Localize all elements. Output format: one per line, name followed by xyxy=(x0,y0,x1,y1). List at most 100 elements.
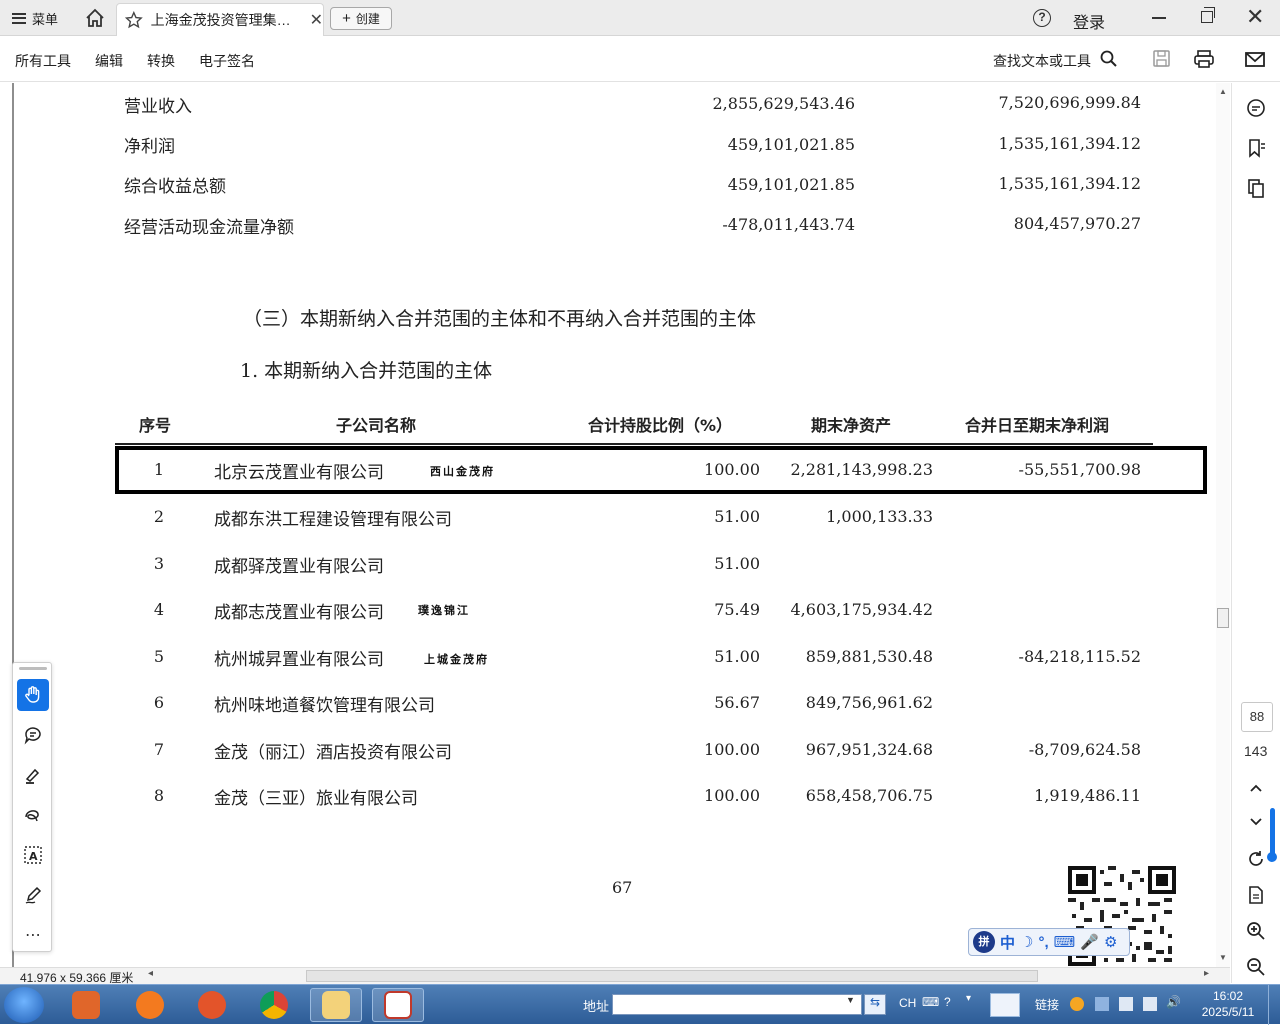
taskbar-media-player[interactable] xyxy=(60,988,112,1022)
scroll-left-arrow[interactable]: ◂ xyxy=(148,968,153,979)
scroll-right-arrow[interactable]: ▸ xyxy=(1204,968,1209,979)
bookmark-icon[interactable] xyxy=(1245,137,1267,159)
tray-flag-icon[interactable] xyxy=(1119,997,1133,1011)
tray-pen-icon[interactable] xyxy=(990,993,1020,1017)
zoom-out-icon[interactable] xyxy=(1245,956,1267,978)
col-header-ratio: 合计持股比例（%） xyxy=(588,416,733,435)
sign-tool-button[interactable] xyxy=(17,879,49,911)
help-icon[interactable]: ? xyxy=(1033,9,1051,27)
horizontal-scrollbar[interactable] xyxy=(306,970,1038,982)
taskbar-chrome[interactable] xyxy=(248,988,300,1022)
show-desktop-button[interactable] xyxy=(1268,985,1280,1025)
taskbar-pdf-reader[interactable] xyxy=(372,988,424,1022)
links-label[interactable]: 链接 xyxy=(1035,996,1059,1013)
row-no: 6 xyxy=(153,693,164,712)
document-viewport[interactable]: 营业收入 2,855,629,543.46 7,520,696,999.84 净… xyxy=(0,83,1230,967)
rotate-icon[interactable] xyxy=(1245,848,1267,870)
tray-display-icon[interactable] xyxy=(1143,997,1157,1011)
start-button[interactable] xyxy=(4,987,44,1023)
zoom-slider[interactable] xyxy=(1267,808,1277,862)
find-text-or-tools[interactable]: 查找文本或工具 xyxy=(993,51,1091,71)
previous-page-icon[interactable] xyxy=(1245,777,1267,799)
maximize-icon[interactable] xyxy=(1201,7,1215,23)
row-project-note: 璞逸锦江 xyxy=(418,604,470,617)
scroll-up-arrow[interactable]: ▲ xyxy=(1219,87,1227,96)
address-dropdown-icon[interactable]: ▼ xyxy=(846,995,855,1005)
ime-settings-icon[interactable]: ⚙ xyxy=(1104,933,1117,951)
windows-taskbar: 地址 ▼ ⇆ CH ⌨ ? ▾ 链接 🔊 16:02 2025/5/11 xyxy=(0,984,1280,1025)
ime-keyboard-icon[interactable]: ⌨ xyxy=(1054,933,1076,951)
ime-punctuation-icon[interactable]: °, xyxy=(1038,934,1048,951)
scroll-thumb[interactable] xyxy=(1217,608,1229,628)
panel-grip[interactable] xyxy=(19,667,47,670)
tray-options-icon[interactable]: ▾ xyxy=(966,993,971,1004)
ai-assistant-icon[interactable] xyxy=(1245,97,1267,119)
ime-microphone-icon[interactable]: 🎤 xyxy=(1080,933,1099,951)
current-page-input[interactable]: 88 xyxy=(1241,702,1273,732)
ime-chinese-mode[interactable]: 中 xyxy=(1000,932,1015,953)
media-player-icon xyxy=(72,991,100,1019)
menu-edit[interactable]: 编辑 xyxy=(95,51,123,71)
language-indicator[interactable]: CH xyxy=(899,996,916,1010)
row-net-assets: 1,000,133.33 xyxy=(826,507,933,526)
status-bar: 41.976 x 59.366 厘米 ◂ ▸ xyxy=(0,967,1230,985)
ime-logo-icon[interactable]: 拼 xyxy=(973,931,995,953)
document-tab[interactable]: 上海金茂投资管理集… ✕ xyxy=(116,3,324,36)
hamburger-icon xyxy=(12,12,26,24)
mail-icon[interactable] xyxy=(1244,49,1266,69)
row-net-assets: 967,951,324.68 xyxy=(805,740,933,759)
taskbar-app-red[interactable] xyxy=(186,988,238,1022)
row-net-profit: -55,551,700.98 xyxy=(1018,460,1141,479)
system-clock[interactable]: 16:02 2025/5/11 xyxy=(1197,988,1259,1020)
zoom-in-icon[interactable] xyxy=(1245,920,1267,942)
print-icon[interactable] xyxy=(1193,49,1215,69)
row-company-name: 成都志茂置业有限公司 xyxy=(214,603,384,623)
plus-icon: + xyxy=(342,10,351,27)
minimize-icon[interactable] xyxy=(1152,17,1166,19)
search-icon[interactable] xyxy=(1099,49,1121,69)
more-tools-button[interactable]: ⋯ xyxy=(17,919,49,951)
address-go-icon[interactable]: ⇆ xyxy=(864,994,886,1015)
next-page-icon[interactable] xyxy=(1245,810,1267,832)
page-fit-icon[interactable] xyxy=(1245,884,1267,906)
tray-ime-icon[interactable]: ⌨ xyxy=(922,995,939,1009)
pages-icon[interactable] xyxy=(1245,177,1267,199)
tray-app-icon[interactable] xyxy=(1070,997,1084,1011)
text-recognize-tool-button[interactable]: A xyxy=(17,839,49,871)
ime-toolbar[interactable]: 拼 中 ☽ °, ⌨ 🎤 ⚙ xyxy=(968,928,1130,956)
highlight-tool-button[interactable] xyxy=(17,759,49,791)
close-tab-icon[interactable]: ✕ xyxy=(310,10,323,30)
taskbar-app-orange[interactable] xyxy=(124,988,176,1022)
row-net-profit: -84,218,115.52 xyxy=(1018,647,1141,666)
address-input[interactable] xyxy=(612,994,862,1015)
home-icon[interactable] xyxy=(84,7,106,29)
col-header-no: 序号 xyxy=(139,416,172,435)
save-icon[interactable] xyxy=(1151,49,1173,69)
tray-volume-icon[interactable]: 🔊 xyxy=(1166,995,1181,1009)
row-no: 5 xyxy=(153,647,164,666)
ime-halfwidth-icon[interactable]: ☽ xyxy=(1020,933,1033,951)
menu-all-tools[interactable]: 所有工具 xyxy=(15,51,71,71)
hand-tool-button[interactable] xyxy=(17,679,49,711)
svg-text:A: A xyxy=(29,850,38,863)
comment-tool-button[interactable] xyxy=(17,719,49,751)
summary-label: 营业收入 xyxy=(124,97,192,117)
draw-tool-button[interactable] xyxy=(17,799,49,831)
menu-button[interactable]: 菜单 xyxy=(12,8,58,28)
main-toolbar: 所有工具 编辑 转换 电子签名 查找文本或工具 xyxy=(0,37,1280,82)
star-icon[interactable] xyxy=(125,11,143,29)
taskbar-file-explorer[interactable] xyxy=(310,988,362,1022)
sub-heading: 1. 本期新纳入合并范围的主体 xyxy=(240,360,493,382)
row-net-assets: 4,603,175,934.42 xyxy=(790,600,934,619)
menu-convert[interactable]: 转换 xyxy=(147,51,175,71)
close-window-icon[interactable]: ✕ xyxy=(1246,4,1264,30)
vertical-scrollbar[interactable]: ▲ ▼ xyxy=(1216,83,1230,967)
login-button[interactable]: 登录 xyxy=(1073,9,1105,33)
tray-help-icon[interactable]: ? xyxy=(944,995,951,1009)
create-button[interactable]: + 创建 xyxy=(330,7,392,30)
row-company-name: 金茂（丽江）酒店投资有限公司 xyxy=(214,743,452,763)
pen-sign-icon xyxy=(25,886,42,904)
scroll-down-arrow[interactable]: ▼ xyxy=(1219,953,1227,962)
tray-network-icon[interactable] xyxy=(1095,997,1109,1011)
menu-e-signature[interactable]: 电子签名 xyxy=(199,51,255,71)
